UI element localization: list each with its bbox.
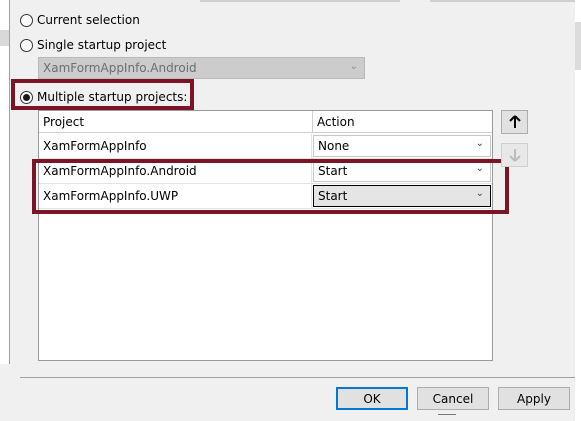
left-navigation-pane — [0, 0, 10, 364]
move-up-button[interactable] — [501, 110, 528, 134]
project-name-cell: XamFormAppInfo — [39, 134, 312, 158]
chevron-down-icon: ⌄ — [475, 163, 484, 174]
scrollbar-thumb[interactable] — [575, 22, 581, 70]
current-selection-label: Current selection — [37, 13, 140, 27]
move-down-button[interactable] — [501, 143, 528, 167]
single-startup-radio[interactable] — [20, 38, 33, 52]
arrow-down-icon — [508, 149, 521, 162]
column-header-project: Project — [43, 115, 85, 129]
top-divider-left — [200, 0, 400, 2]
taskbar-fragment — [438, 414, 456, 421]
ok-button[interactable]: OK — [336, 387, 408, 410]
table-row[interactable]: XamFormAppInfo None ⌄ — [39, 134, 492, 159]
action-select[interactable]: None ⌄ — [313, 135, 491, 157]
left-pane-selected-item — [0, 30, 9, 46]
action-select[interactable]: Start ⌄ — [313, 185, 491, 207]
chevron-down-icon: ⌄ — [349, 61, 358, 72]
current-selection-option[interactable]: Current selection — [20, 13, 140, 27]
multiple-startup-label: Multiple startup projects: — [37, 90, 188, 104]
single-startup-option[interactable]: Single startup project — [20, 38, 166, 52]
apply-button[interactable]: Apply — [498, 387, 570, 410]
single-startup-project-value: XamFormAppInfo.Android — [43, 61, 197, 75]
footer-separator — [20, 377, 575, 378]
table-row[interactable]: XamFormAppInfo.Android Start ⌄ — [39, 159, 492, 184]
single-startup-project-select: XamFormAppInfo.Android ⌄ — [38, 57, 365, 79]
action-value: Start — [318, 189, 348, 203]
multiple-startup-radio[interactable] — [20, 90, 33, 104]
startup-projects-grid: Project Action XamFormAppInfo None ⌄ Xam… — [38, 110, 493, 361]
scrollbar[interactable] — [575, 0, 581, 421]
cancel-button[interactable]: Cancel — [417, 387, 489, 410]
arrow-up-icon — [508, 115, 521, 128]
multiple-startup-option[interactable]: Multiple startup projects: — [20, 90, 187, 104]
action-value: None — [318, 139, 350, 153]
current-selection-radio[interactable] — [20, 13, 33, 27]
chevron-down-icon: ⌄ — [475, 138, 484, 149]
column-header-action: Action — [312, 111, 492, 133]
chevron-down-icon: ⌄ — [475, 188, 484, 199]
action-select[interactable]: Start ⌄ — [313, 160, 491, 182]
action-value: Start — [318, 164, 348, 178]
project-name-cell: XamFormAppInfo.Android — [39, 159, 312, 183]
single-startup-label: Single startup project — [37, 38, 167, 52]
table-row[interactable]: XamFormAppInfo.UWP Start ⌄ — [39, 184, 492, 209]
grid-header: Project Action — [39, 111, 492, 133]
top-divider-right — [430, 0, 575, 2]
project-name-cell: XamFormAppInfo.UWP — [39, 184, 312, 208]
